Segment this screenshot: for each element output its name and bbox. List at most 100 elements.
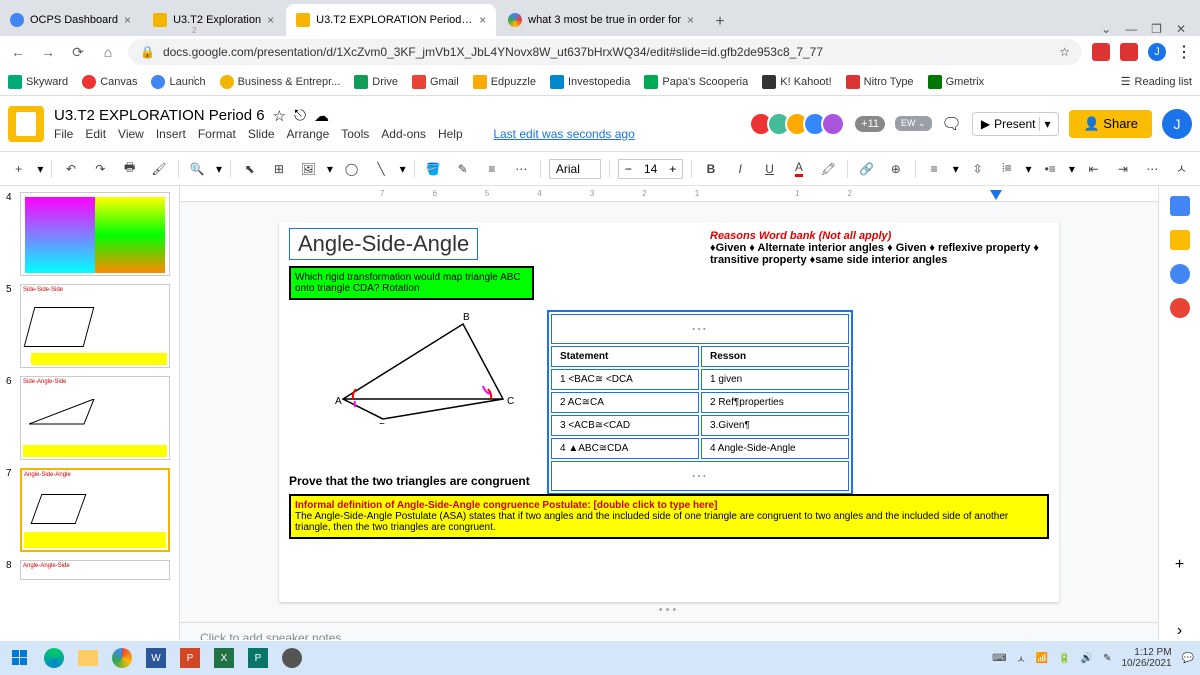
tasks-icon[interactable]	[1170, 264, 1190, 284]
border-weight-button[interactable]: ≡	[481, 158, 502, 180]
app-icon[interactable]	[278, 644, 306, 672]
bulleted-list-button[interactable]: •≡	[1040, 158, 1061, 180]
tray-chevron-icon[interactable]: ㅅ	[1017, 651, 1026, 666]
tray-battery-icon[interactable]: 🔋	[1058, 653, 1070, 664]
border-dash-button[interactable]: ⋯	[511, 158, 532, 180]
slide-thumbnail-active[interactable]: Angle-Side-Angle	[20, 468, 170, 552]
bookmark[interactable]: Skyward	[8, 75, 68, 89]
notifications-icon[interactable]: 💬	[1182, 653, 1194, 664]
menu-file[interactable]: File	[54, 127, 73, 141]
home-button[interactable]: ⌂	[98, 44, 118, 60]
minimize-icon[interactable]: —	[1125, 22, 1137, 36]
more-collaborators[interactable]: +11	[855, 116, 885, 132]
bookmark[interactable]: Papa's Scooperia	[644, 75, 748, 89]
menu-icon[interactable]: ⋮	[1176, 42, 1192, 62]
slide[interactable]: Angle-Side-Angle Which rigid transformat…	[279, 222, 1059, 602]
menu-view[interactable]: View	[118, 127, 144, 141]
menu-arrange[interactable]: Arrange	[287, 127, 330, 141]
chevron-down-icon[interactable]: ⌄	[1101, 22, 1111, 36]
undo-button[interactable]: ↶	[60, 158, 81, 180]
keep-icon[interactable]	[1170, 230, 1190, 250]
bookmark[interactable]: Business & Entrepr...	[220, 75, 341, 89]
bookmark[interactable]: Gmetrix	[928, 75, 985, 89]
star-icon[interactable]: ☆	[1059, 45, 1070, 59]
move-icon[interactable]: ⎋	[294, 107, 306, 124]
menu-slide[interactable]: Slide	[248, 127, 275, 141]
bookmark[interactable]: Drive	[354, 75, 398, 89]
print-button[interactable]: 🖶	[119, 158, 140, 180]
collaborator-avatars[interactable]	[755, 112, 845, 136]
close-icon[interactable]: ×	[267, 13, 274, 27]
bookmark[interactable]: K! Kahoot!	[762, 75, 831, 89]
menu-edit[interactable]: Edit	[85, 127, 106, 141]
close-icon[interactable]: ×	[479, 13, 486, 27]
tray-keyboard-icon[interactable]: ⌨	[992, 653, 1006, 664]
numbered-list-button[interactable]: ⦙≡	[996, 158, 1017, 180]
close-icon[interactable]: ✕	[1176, 22, 1186, 36]
chrome-icon[interactable]	[108, 644, 136, 672]
font-size-input[interactable]: −14+	[618, 159, 683, 179]
cloud-icon[interactable]: ☁	[314, 107, 329, 125]
file-explorer-icon[interactable]	[74, 644, 102, 672]
speaker-notes[interactable]: Click to add speaker notes	[180, 622, 1158, 640]
bookmark[interactable]: Gmail	[412, 75, 459, 89]
present-button[interactable]: ▶ Present ▾	[972, 112, 1060, 136]
publisher-icon[interactable]: P	[244, 644, 272, 672]
add-panel-button[interactable]: +	[1175, 556, 1184, 574]
bookmark[interactable]: Nitro Type	[846, 75, 914, 89]
new-slide-button[interactable]: +	[8, 158, 29, 180]
powerpoint-icon[interactable]: P	[176, 644, 204, 672]
bookmark[interactable]: Investopedia	[550, 75, 630, 89]
align-button[interactable]: ≡	[923, 158, 944, 180]
italic-button[interactable]: I	[730, 158, 751, 180]
menu-help[interactable]: Help	[438, 127, 463, 141]
text-color-button[interactable]: A	[788, 158, 809, 180]
more-button[interactable]: ⋯	[1142, 158, 1163, 180]
indent-less-button[interactable]: ⇤	[1083, 158, 1104, 180]
border-color-button[interactable]: ✎	[452, 158, 473, 180]
system-clock[interactable]: 1:12 PM10/26/2021	[1121, 647, 1171, 669]
comments-icon[interactable]: 🗨	[942, 114, 962, 134]
thumbnail-panel[interactable]: 4 5Side-Side-Side 6Side-Angle-Side 7Angl…	[0, 186, 180, 640]
profile-icon[interactable]: J	[1148, 43, 1166, 61]
share-button[interactable]: 👤 Share	[1069, 110, 1152, 138]
highlight-button[interactable]: 🖍	[818, 158, 839, 180]
word-icon[interactable]: W	[142, 644, 170, 672]
calendar-icon[interactable]	[1170, 196, 1190, 216]
slide-thumbnail[interactable]	[20, 192, 170, 276]
font-select[interactable]: Arial	[549, 159, 601, 179]
slide-thumbnail[interactable]: Angle-Angle-Side	[20, 560, 170, 580]
ruler-indent-marker[interactable]	[990, 190, 1002, 200]
slide-thumbnail[interactable]: Side-Angle-Side	[20, 376, 170, 460]
bookmark[interactable]: Canvas	[82, 75, 137, 89]
line-spacing-button[interactable]: ⇳	[967, 158, 988, 180]
back-button[interactable]: ←	[8, 44, 28, 60]
textbox-tool[interactable]: ⊞	[268, 158, 289, 180]
forward-button[interactable]: →	[38, 44, 58, 60]
reload-button[interactable]: ⟳	[68, 44, 88, 61]
browser-tab-active[interactable]: U3.T2 EXPLORATION Period 6 - G×	[286, 4, 496, 36]
redo-button[interactable]: ↷	[90, 158, 111, 180]
indent-more-button[interactable]: ⇥	[1112, 158, 1133, 180]
select-tool[interactable]: ⬉	[239, 158, 260, 180]
slide-canvas[interactable]: 765432112 Angle-Side-Angle Which rigid t…	[180, 186, 1158, 640]
tray-pen-icon[interactable]: ✎	[1103, 653, 1111, 664]
close-icon[interactable]: ×	[687, 13, 694, 27]
shape-tool[interactable]: ◯	[341, 158, 362, 180]
menu-insert[interactable]: Insert	[156, 127, 186, 141]
contacts-icon[interactable]	[1170, 298, 1190, 318]
new-tab-button[interactable]: +	[706, 8, 734, 36]
menu-addons[interactable]: Add-ons	[381, 127, 426, 141]
comment-button[interactable]: ⊕	[885, 158, 906, 180]
slide-title-textbox[interactable]: Angle-Side-Angle	[289, 228, 478, 260]
image-tool[interactable]: 🖼	[298, 158, 319, 180]
proof-table[interactable]: ⋯ StatementResson 1 <BAC≅ <DCA1 given 2 …	[547, 310, 853, 495]
doc-title[interactable]: U3.T2 EXPLORATION Period 6	[54, 107, 265, 124]
reading-list-button[interactable]: ☰ Reading list	[1121, 75, 1192, 88]
last-edit-link[interactable]: Last edit was seconds ago	[493, 127, 634, 141]
collapse-panel-button[interactable]: ›	[1177, 622, 1182, 640]
star-icon[interactable]: ☆	[273, 107, 286, 125]
slides-logo-icon[interactable]	[8, 106, 44, 142]
slide-thumbnail[interactable]: Side-Side-Side	[20, 284, 170, 368]
informal-definition-box[interactable]: Informal definition of Angle-Side-Angle …	[289, 494, 1049, 539]
